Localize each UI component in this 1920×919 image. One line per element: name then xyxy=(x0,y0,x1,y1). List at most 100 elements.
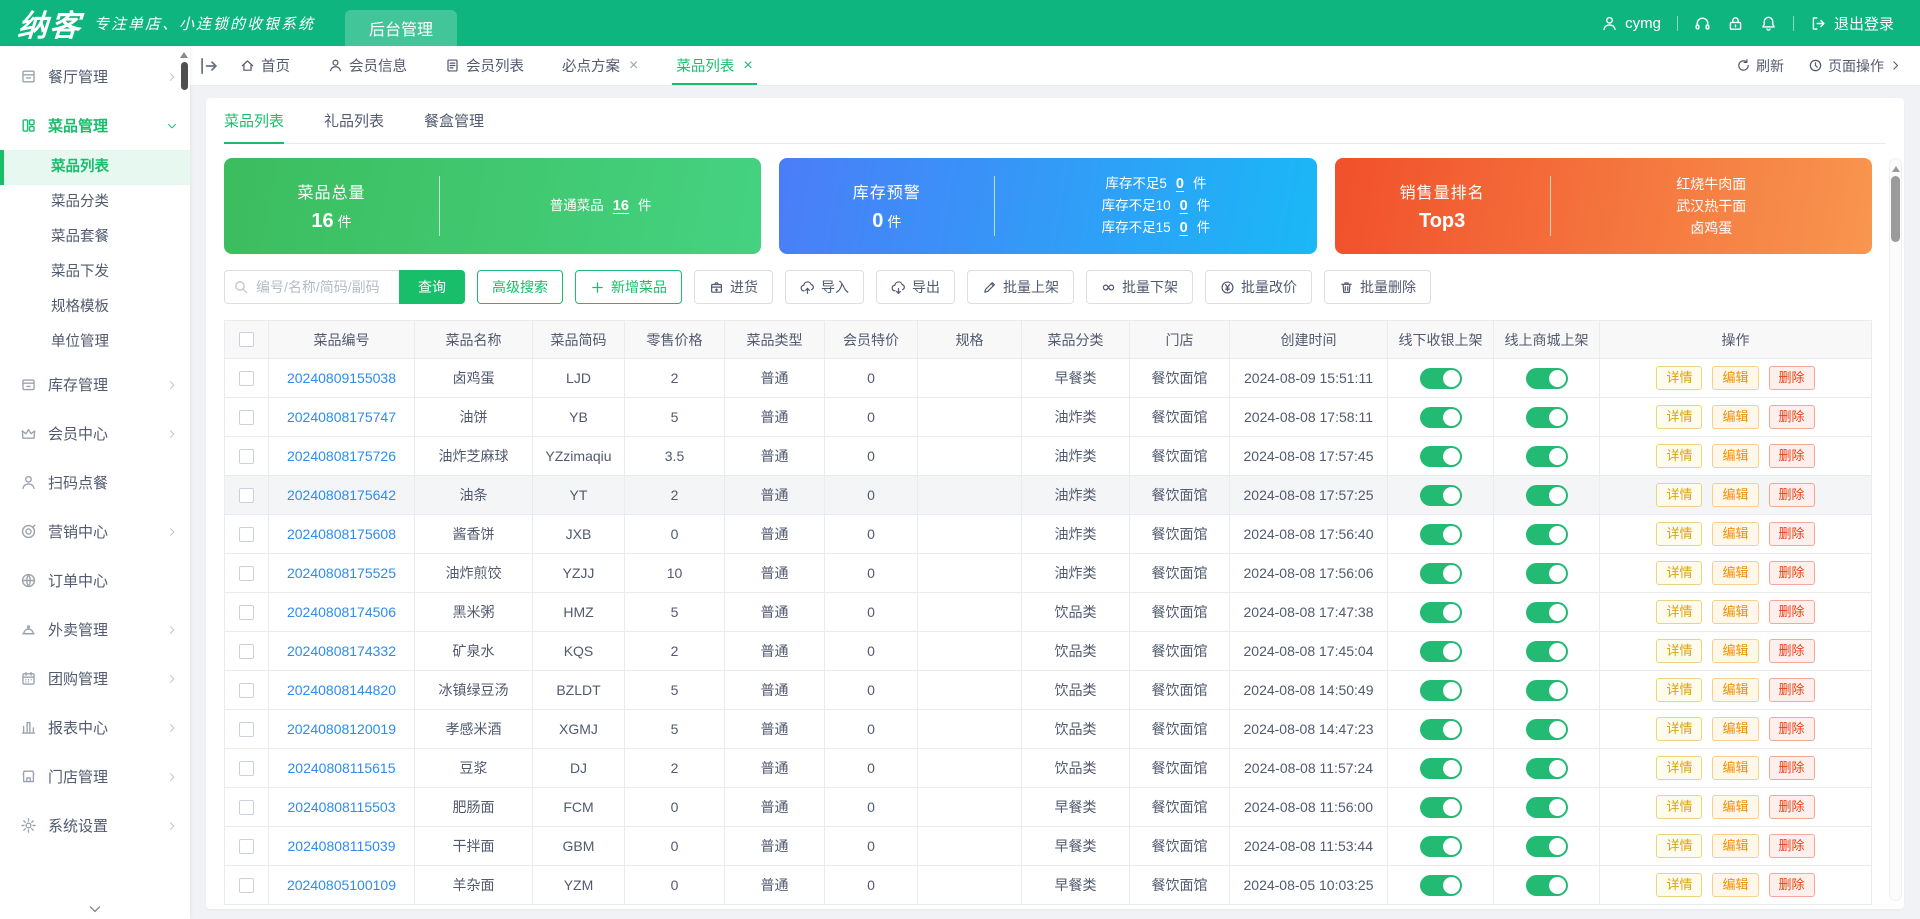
row-checkbox[interactable] xyxy=(239,449,254,464)
dish-id-link[interactable]: 20240808175525 xyxy=(287,565,396,581)
row-checkbox[interactable] xyxy=(239,488,254,503)
row-checkbox[interactable] xyxy=(239,371,254,386)
online-shelf-toggle[interactable] xyxy=(1526,407,1568,428)
delete-action-button[interactable]: 删除 xyxy=(1769,678,1815,703)
offline-shelf-toggle[interactable] xyxy=(1420,641,1462,662)
offline-shelf-toggle[interactable] xyxy=(1420,875,1462,896)
user-menu[interactable]: cymg xyxy=(1601,15,1661,32)
edit-action-button[interactable]: 编辑 xyxy=(1712,756,1758,781)
offline-shelf-toggle[interactable] xyxy=(1420,407,1462,428)
dish-id-link[interactable]: 20240808115615 xyxy=(288,760,396,776)
scroll-up-arrow-icon[interactable] xyxy=(1892,162,1900,172)
online-shelf-toggle[interactable] xyxy=(1526,719,1568,740)
detail-action-button[interactable]: 详情 xyxy=(1656,639,1702,664)
batch-reprice-button[interactable]: 批量改价 xyxy=(1205,270,1312,304)
sidebar-item-system-settings[interactable]: 系统设置 xyxy=(0,801,190,850)
detail-action-button[interactable]: 详情 xyxy=(1656,873,1702,898)
delete-action-button[interactable]: 删除 xyxy=(1769,444,1815,469)
delete-action-button[interactable]: 删除 xyxy=(1769,795,1815,820)
edit-action-button[interactable]: 编辑 xyxy=(1712,366,1758,391)
scroll-up-arrow-icon[interactable] xyxy=(180,48,188,58)
online-shelf-toggle[interactable] xyxy=(1526,602,1568,623)
sidebar-subitem-spec-template[interactable]: 规格模板 xyxy=(0,290,190,325)
delete-action-button[interactable]: 删除 xyxy=(1769,600,1815,625)
dish-id-link[interactable]: 20240808175642 xyxy=(287,487,396,503)
sidebar-scroll-thumb[interactable] xyxy=(181,62,188,90)
detail-action-button[interactable]: 详情 xyxy=(1656,405,1702,430)
row-checkbox[interactable] xyxy=(239,722,254,737)
sidebar-item-report-center[interactable]: 报表中心 xyxy=(0,703,190,752)
online-shelf-toggle[interactable] xyxy=(1526,368,1568,389)
close-icon[interactable]: × xyxy=(743,58,752,74)
online-shelf-toggle[interactable] xyxy=(1526,758,1568,779)
batch-delete-button[interactable]: 批量删除 xyxy=(1324,270,1431,304)
dish-id-link[interactable]: 20240808175726 xyxy=(287,448,396,464)
row-checkbox[interactable] xyxy=(239,605,254,620)
online-shelf-toggle[interactable] xyxy=(1526,797,1568,818)
sidebar-subitem-dish-list[interactable]: 菜品列表 xyxy=(0,150,190,185)
dish-id-link[interactable]: 20240808120019 xyxy=(287,721,396,737)
sidebar-item-dish-mgmt[interactable]: 菜品管理 xyxy=(0,101,190,150)
delete-action-button[interactable]: 删除 xyxy=(1769,561,1815,586)
sidebar-scroll-down-icon[interactable] xyxy=(87,901,103,917)
bell-icon[interactable] xyxy=(1760,15,1777,32)
online-shelf-toggle[interactable] xyxy=(1526,680,1568,701)
online-shelf-toggle[interactable] xyxy=(1526,641,1568,662)
search-input[interactable] xyxy=(224,270,399,304)
row-checkbox[interactable] xyxy=(239,683,254,698)
detail-action-button[interactable]: 详情 xyxy=(1656,795,1702,820)
row-checkbox[interactable] xyxy=(239,644,254,659)
purchase-button[interactable]: 进货 xyxy=(694,270,773,304)
sidebar-item-inventory-mgmt[interactable]: 库存管理 xyxy=(0,360,190,409)
edit-action-button[interactable]: 编辑 xyxy=(1712,444,1758,469)
delete-action-button[interactable]: 删除 xyxy=(1769,522,1815,547)
dish-id-link[interactable]: 20240809155038 xyxy=(287,370,396,386)
offline-shelf-toggle[interactable] xyxy=(1420,836,1462,857)
backend-nav-tab[interactable]: 后台管理 xyxy=(345,10,457,46)
sidebar-item-scan-order[interactable]: 扫码点餐 xyxy=(0,458,190,507)
detail-action-button[interactable]: 详情 xyxy=(1656,561,1702,586)
offline-shelf-toggle[interactable] xyxy=(1420,758,1462,779)
dish-id-link[interactable]: 20240808174506 xyxy=(287,604,396,620)
delete-action-button[interactable]: 删除 xyxy=(1769,834,1815,859)
row-checkbox[interactable] xyxy=(239,410,254,425)
sidebar-item-order-center[interactable]: 订单中心 xyxy=(0,556,190,605)
page-ops-button[interactable]: 页面操作 xyxy=(1808,56,1902,76)
import-button[interactable]: 导入 xyxy=(785,270,864,304)
online-shelf-toggle[interactable] xyxy=(1526,485,1568,506)
sidebar-subitem-dish-dispatch[interactable]: 菜品下发 xyxy=(0,255,190,290)
delete-action-button[interactable]: 删除 xyxy=(1769,366,1815,391)
delete-action-button[interactable]: 删除 xyxy=(1769,639,1815,664)
detail-action-button[interactable]: 详情 xyxy=(1656,717,1702,742)
export-button[interactable]: 导出 xyxy=(876,270,955,304)
offline-shelf-toggle[interactable] xyxy=(1420,797,1462,818)
offline-shelf-toggle[interactable] xyxy=(1420,524,1462,545)
detail-action-button[interactable]: 详情 xyxy=(1656,366,1702,391)
online-shelf-toggle[interactable] xyxy=(1526,836,1568,857)
sidebar-scrollbar[interactable] xyxy=(179,48,189,168)
online-shelf-toggle[interactable] xyxy=(1526,524,1568,545)
dish-id-link[interactable]: 20240805100109 xyxy=(287,877,396,893)
online-shelf-toggle[interactable] xyxy=(1526,446,1568,467)
row-checkbox[interactable] xyxy=(239,527,254,542)
query-button[interactable]: 查询 xyxy=(399,270,465,304)
edit-action-button[interactable]: 编辑 xyxy=(1712,561,1758,586)
close-icon[interactable]: × xyxy=(629,58,638,74)
dish-id-link[interactable]: 20240808174332 xyxy=(287,643,396,659)
dish-id-link[interactable]: 20240808144820 xyxy=(287,682,396,698)
content-scrollbar[interactable] xyxy=(1889,158,1902,901)
edit-action-button[interactable]: 编辑 xyxy=(1712,678,1758,703)
sidebar-item-groupbuy-mgmt[interactable]: 团购管理 xyxy=(0,654,190,703)
offline-shelf-toggle[interactable] xyxy=(1420,563,1462,584)
offline-shelf-toggle[interactable] xyxy=(1420,446,1462,467)
detail-action-button[interactable]: 详情 xyxy=(1656,678,1702,703)
edit-action-button[interactable]: 编辑 xyxy=(1712,405,1758,430)
online-shelf-toggle[interactable] xyxy=(1526,563,1568,584)
row-checkbox[interactable] xyxy=(239,566,254,581)
detail-action-button[interactable]: 详情 xyxy=(1656,600,1702,625)
row-checkbox[interactable] xyxy=(239,761,254,776)
sidebar-item-restaurant-mgmt[interactable]: 餐厅管理 xyxy=(0,52,190,101)
sidebar-item-takeout-mgmt[interactable]: 外卖管理 xyxy=(0,605,190,654)
delete-action-button[interactable]: 删除 xyxy=(1769,405,1815,430)
subtab-dish-list[interactable]: 菜品列表 xyxy=(224,98,284,143)
